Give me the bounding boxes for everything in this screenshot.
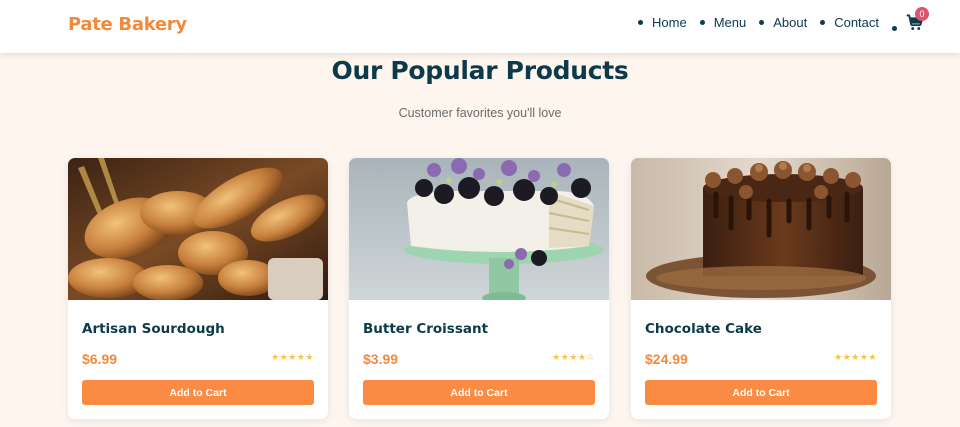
bullet-icon xyxy=(638,19,643,25)
main-nav: Home Menu About Contact 0 xyxy=(638,7,930,31)
product-title: Chocolate Cake xyxy=(645,321,762,337)
nav-item-label: Home xyxy=(652,14,687,30)
nav-item-menu[interactable]: Menu xyxy=(699,14,747,30)
nav-item-label: Menu xyxy=(713,14,747,30)
product-price: $6.99 xyxy=(82,351,118,367)
product-card: Butter Croissant $3.99 ★★★★☆ Add to Cart xyxy=(349,158,609,419)
rating-stars: ★★★★☆ xyxy=(552,353,595,363)
site-header: Pate Bakery Home Menu About Contact 0 xyxy=(0,0,960,53)
brand-logo[interactable]: Pate Bakery xyxy=(68,14,187,35)
rating-stars: ★★★★★ xyxy=(834,353,877,363)
add-to-cart-button[interactable]: Add to Cart xyxy=(82,380,314,405)
bullet-icon xyxy=(820,19,826,25)
nav-item-about[interactable]: About xyxy=(759,15,807,30)
nav-item-label: About xyxy=(773,14,808,30)
product-image-chocolate-cake xyxy=(631,158,891,300)
nav-item-home[interactable]: Home xyxy=(638,15,687,30)
section-title: Our Popular Products xyxy=(331,56,629,85)
product-card: Artisan Sourdough $6.99 ★★★★★ Add to Car… xyxy=(68,158,328,419)
product-card: Chocolate Cake $24.99 ★★★★★ Add to Cart xyxy=(631,158,891,419)
bullet-icon xyxy=(699,19,705,25)
nav-item-label: Contact xyxy=(834,14,880,30)
section-subtitle: Customer favorites you'll love xyxy=(398,106,562,120)
cart-count-badge: 0 xyxy=(915,7,930,21)
rating-stars: ★★★★★ xyxy=(271,353,314,363)
product-price: $24.99 xyxy=(645,351,688,367)
add-to-cart-button[interactable]: Add to Cart xyxy=(645,380,877,405)
product-image-bread xyxy=(68,158,328,300)
product-title: Butter Croissant xyxy=(363,321,489,337)
product-price: $3.99 xyxy=(363,351,399,367)
product-image-cake xyxy=(349,158,609,300)
add-to-cart-button[interactable]: Add to Cart xyxy=(363,380,595,405)
cart-button[interactable]: 0 xyxy=(906,7,930,31)
bullet-icon xyxy=(892,25,898,31)
product-title: Artisan Sourdough xyxy=(82,321,225,337)
nav-item-contact[interactable]: Contact xyxy=(820,15,879,30)
bullet-icon xyxy=(759,19,765,25)
